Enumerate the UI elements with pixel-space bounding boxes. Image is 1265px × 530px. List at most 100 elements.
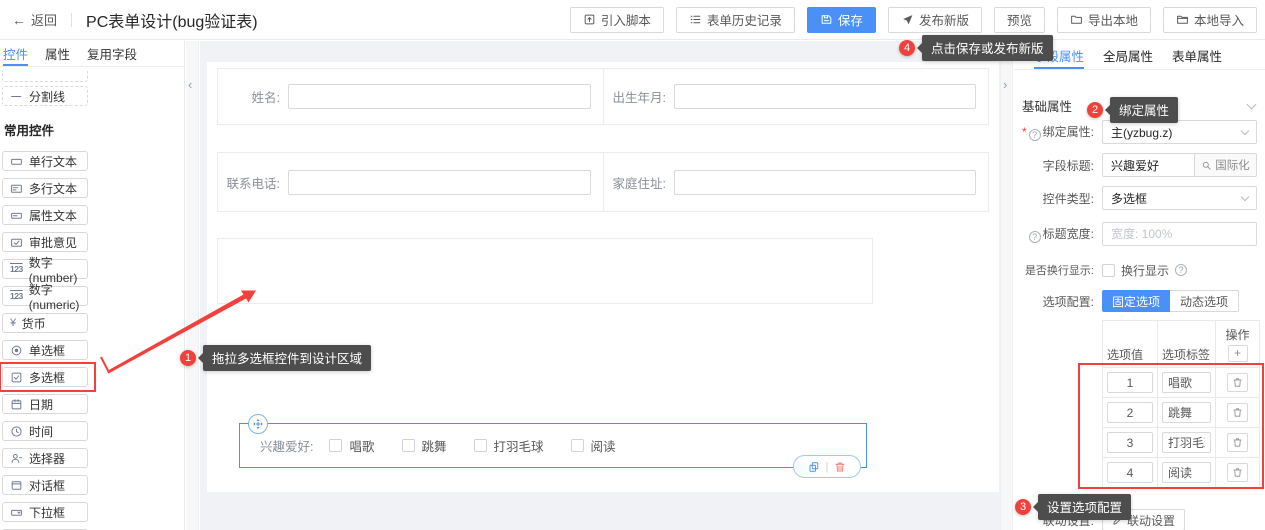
- trash-icon: [834, 461, 846, 473]
- control-item-approval[interactable]: 审批意见: [2, 232, 88, 252]
- control-item-dropdown[interactable]: 下拉框: [2, 502, 88, 522]
- properties-panel: 字段属性 全局属性 表单属性 基础属性 *绑定属性: 主(yzbug.z) 字段…: [1014, 41, 1265, 530]
- delete-option-button[interactable]: [1227, 433, 1248, 452]
- wrap-display-checkbox-group: 换行显示: [1102, 262, 1187, 279]
- delete-option-button[interactable]: [1227, 403, 1248, 422]
- collapse-right-icon[interactable]: ›: [1003, 77, 1007, 92]
- form-row: 联系电话: 家庭住址:: [217, 152, 989, 212]
- field-phone[interactable]: 联系电话:: [218, 153, 603, 211]
- trash-icon: [1232, 437, 1243, 448]
- col-option-value: 选项值: [1103, 321, 1157, 367]
- option-value-input[interactable]: [1107, 372, 1153, 393]
- form-designer-app: ← 返回 PC表单设计(bug验证表) 引入脚本 表单历史记录 保存 发布新版: [0, 0, 1265, 530]
- form-row: 姓名: 出生年月:: [217, 68, 989, 125]
- option-value-input[interactable]: [1107, 462, 1153, 483]
- control-item-number[interactable]: 数字(number): [2, 259, 88, 279]
- panel-tabs: 字段属性 全局属性 表单属性: [1014, 41, 1265, 70]
- i18n-button[interactable]: 国际化: [1195, 153, 1257, 177]
- pencil-icon: [1112, 515, 1123, 526]
- back-label: 返回: [31, 10, 57, 29]
- attr-text-icon: [10, 209, 23, 222]
- selected-field-hobby[interactable]: 兴趣爱好: 唱歌 跳舞 打羽毛球: [239, 423, 867, 468]
- delete-option-button[interactable]: [1227, 373, 1248, 392]
- option-label-input[interactable]: [1162, 372, 1211, 393]
- tab-controls[interactable]: 控件: [3, 41, 28, 66]
- tab-form-properties[interactable]: 表单属性: [1172, 41, 1222, 69]
- tab-global-properties[interactable]: 全局属性: [1103, 41, 1153, 69]
- tab-field-properties[interactable]: 字段属性: [1034, 41, 1084, 69]
- save-icon: [820, 13, 833, 26]
- birth-field-input[interactable]: [674, 84, 976, 109]
- field-name[interactable]: 姓名:: [218, 69, 603, 124]
- toolbar-divider: |: [826, 461, 829, 473]
- address-field-input[interactable]: [674, 170, 976, 195]
- import-local-button[interactable]: 本地导入: [1163, 7, 1257, 33]
- checkbox[interactable]: [474, 439, 487, 452]
- input-icon: [10, 155, 23, 168]
- bind-property-select[interactable]: 主(yzbug.z): [1102, 120, 1257, 144]
- hobby-option-reading: 阅读: [571, 436, 616, 455]
- collapse-left-icon[interactable]: ‹: [188, 77, 192, 92]
- delete-option-button[interactable]: [1227, 463, 1248, 482]
- control-item-multi-line-text[interactable]: 多行文本: [2, 178, 88, 198]
- fixed-options-tab[interactable]: 固定选项: [1102, 290, 1170, 312]
- back-arrow-icon: ←: [12, 12, 26, 28]
- dynamic-options-tab[interactable]: 动态选项: [1170, 290, 1239, 312]
- export-local-button[interactable]: 导出本地: [1057, 7, 1151, 33]
- option-label-input[interactable]: [1162, 402, 1211, 423]
- field-birth[interactable]: 出生年月:: [603, 69, 988, 124]
- preview-button[interactable]: 预览: [994, 7, 1045, 33]
- import-script-button[interactable]: 引入脚本: [570, 7, 664, 33]
- field-title-input[interactable]: [1102, 153, 1195, 177]
- add-option-button[interactable]: +: [1228, 345, 1248, 362]
- name-field-input[interactable]: [288, 84, 591, 109]
- trash-icon: [1232, 407, 1243, 418]
- option-row: [1103, 398, 1259, 428]
- control-type-select[interactable]: 多选框: [1102, 186, 1257, 210]
- folder-import-icon: [1176, 13, 1189, 26]
- option-label-input[interactable]: [1162, 462, 1211, 483]
- option-value-input[interactable]: [1107, 402, 1153, 423]
- required-mark: *: [1022, 125, 1027, 139]
- form-history-button[interactable]: 表单历史记录: [676, 7, 795, 33]
- control-item-time[interactable]: 时间: [2, 421, 88, 441]
- linkage-row: 联动设置: 联动设置: [1022, 509, 1257, 530]
- basic-properties-header[interactable]: 基础属性: [1022, 96, 1255, 115]
- option-value-input[interactable]: [1107, 432, 1153, 453]
- phone-field-input[interactable]: [288, 170, 591, 195]
- option-label-input[interactable]: [1162, 432, 1211, 453]
- control-item-dialog[interactable]: 对话框: [2, 475, 88, 495]
- folder-export-icon: [1070, 13, 1083, 26]
- option-row: [1103, 458, 1259, 488]
- tab-reuse-fields[interactable]: 复用字段: [87, 41, 137, 66]
- title-width-input[interactable]: [1102, 222, 1257, 246]
- wrap-display-row: 是否换行显示: 换行显示: [1022, 262, 1257, 278]
- checkbox[interactable]: [329, 439, 342, 452]
- control-item-checkbox[interactable]: 多选框: [2, 367, 88, 387]
- publish-button[interactable]: 发布新版: [888, 7, 982, 33]
- checkbox-icon: [10, 371, 23, 384]
- field-address[interactable]: 家庭住址:: [603, 153, 988, 211]
- back-button[interactable]: ← 返回: [12, 10, 57, 29]
- wrap-checkbox[interactable]: [1102, 264, 1115, 277]
- control-item-attr-text[interactable]: 属性文本: [2, 205, 88, 225]
- move-handle[interactable]: [248, 414, 268, 434]
- control-item-currency[interactable]: 货币: [2, 313, 88, 333]
- checkbox[interactable]: [571, 439, 584, 452]
- control-item-radio[interactable]: 单选框: [2, 340, 88, 360]
- control-item-partial[interactable]: [2, 71, 88, 82]
- copy-field-button[interactable]: [808, 461, 820, 473]
- save-button[interactable]: 保存: [807, 7, 876, 33]
- control-item-picker[interactable]: 选择器: [2, 448, 88, 468]
- controls-section-title: 常用控件: [4, 120, 184, 139]
- option-table-header: 选项值 选项标签 操作 +: [1103, 321, 1259, 368]
- linkage-settings-button[interactable]: 联动设置: [1102, 509, 1185, 530]
- control-item-divider[interactable]: 分割线: [2, 86, 88, 106]
- tab-properties[interactable]: 属性: [45, 41, 70, 66]
- topbar-actions: 引入脚本 表单历史记录 保存 发布新版 预览 导出本地: [570, 7, 1257, 33]
- control-item-date[interactable]: 日期: [2, 394, 88, 414]
- control-item-single-line-text[interactable]: 单行文本: [2, 151, 88, 171]
- delete-field-button[interactable]: [834, 461, 846, 473]
- control-item-numeric[interactable]: 数字(numeric): [2, 286, 88, 306]
- checkbox[interactable]: [402, 439, 415, 452]
